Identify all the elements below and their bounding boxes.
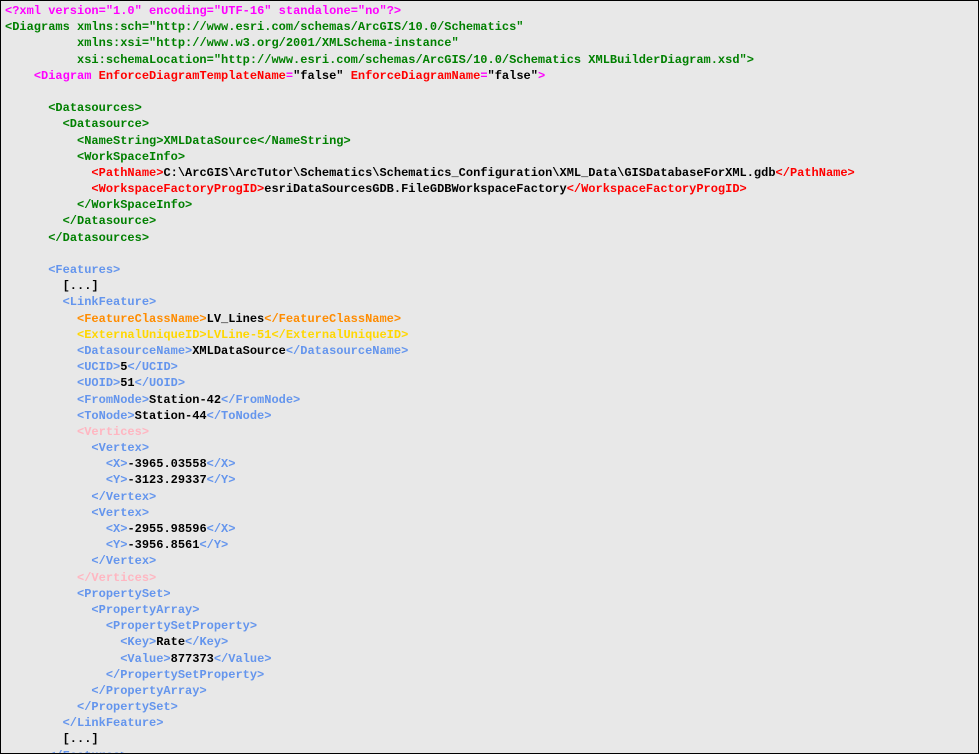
value-value: 877373 — [171, 652, 214, 666]
propertysetproperty-open: <PropertySetProperty> — [106, 619, 257, 633]
propertyarray-open: <PropertyArray> — [91, 603, 199, 617]
propertyset-close: </PropertySet> — [77, 700, 178, 714]
features-close: </Features> — [48, 749, 127, 754]
vertex-open: <Vertex> — [91, 506, 149, 520]
fromnode-value: Station-42 — [149, 393, 221, 407]
propertyarray-close: </PropertyArray> — [91, 684, 206, 698]
datasources-open: <Datasources> — [48, 101, 142, 115]
datasource-close: </Datasource> — [63, 214, 157, 228]
features-open: <Features> — [48, 263, 120, 277]
workspacefactory-value: esriDataSourcesGDB.FileGDBWorkspaceFacto… — [264, 182, 566, 196]
diagrams-schemaloc: xsi:schemaLocation="http://www.esri.com/… — [5, 53, 754, 67]
workspaceinfo-close: </WorkSpaceInfo> — [77, 198, 192, 212]
vertex-close: </Vertex> — [91, 554, 156, 568]
xml-code-view: <?xml version="1.0" encoding="UTF-16" st… — [0, 0, 979, 754]
diagrams-xmlns-xsi: xmlns:xsi="http://www.w3.org/2001/XMLSch… — [5, 36, 459, 50]
tonode-value: Station-44 — [135, 409, 207, 423]
xml-declaration: <?xml version="1.0" encoding="UTF-16" st… — [5, 4, 401, 18]
vertex-y: -3956.8561 — [127, 538, 199, 552]
workspaceinfo-open: <WorkSpaceInfo> — [77, 150, 185, 164]
propertyset-open: <PropertySet> — [77, 587, 171, 601]
uoid-value: 51 — [120, 376, 134, 390]
vertex-y: -3123.29337 — [127, 473, 206, 487]
diagrams-open: <Diagrams xmlns:sch="http://www.esri.com… — [5, 20, 524, 34]
linkfeature-open: <LinkFeature> — [63, 295, 157, 309]
externaluniqueid: <ExternalUniqueID>LVLine-51</ExternalUni… — [77, 328, 408, 342]
key-value: Rate — [156, 635, 185, 649]
vertices-close: </Vertices> — [77, 571, 156, 585]
featureclassname-value: LV_Lines — [207, 312, 265, 326]
propertysetproperty-close: </PropertySetProperty> — [106, 668, 264, 682]
ellipsis: [...] — [63, 732, 99, 746]
namestring: <NameString>XMLDataSource</NameString> — [77, 134, 351, 148]
vertex-close: </Vertex> — [91, 490, 156, 504]
datasource-open: <Datasource> — [63, 117, 149, 131]
vertex-x: -3965.03558 — [127, 457, 206, 471]
pathname-value: C:\ArcGIS\ArcTutor\Schematics\Schematics… — [163, 166, 775, 180]
ellipsis: [...] — [63, 279, 99, 293]
vertices-open: <Vertices> — [77, 425, 149, 439]
datasources-close: </Datasources> — [48, 231, 149, 245]
vertex-x: -2955.98596 — [127, 522, 206, 536]
vertex-open: <Vertex> — [91, 441, 149, 455]
datasourcename-value: XMLDataSource — [192, 344, 286, 358]
linkfeature-close: </LinkFeature> — [63, 716, 164, 730]
